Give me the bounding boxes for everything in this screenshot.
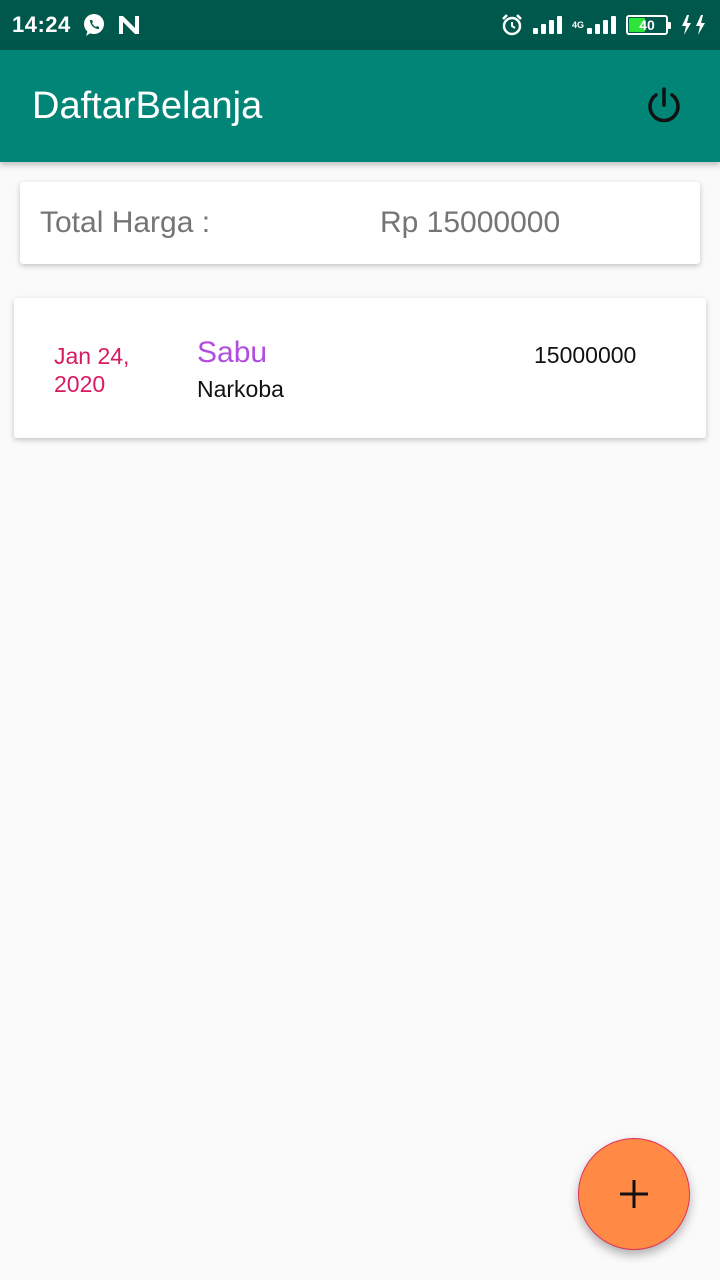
item-price: 15000000 (534, 342, 637, 368)
signal-4g-bars-icon (586, 15, 618, 35)
power-button[interactable] (640, 82, 688, 130)
total-price-label: Total Harga : (40, 206, 211, 239)
status-time: 14:24 (12, 12, 71, 37)
status-bar: 14:24 4G 40 (0, 0, 720, 50)
n-app-icon (117, 14, 141, 36)
total-price-card: Total Harga : Rp 15000000 (20, 182, 700, 264)
whatsapp-icon (81, 12, 107, 38)
total-price-value: Rp 15000000 (380, 206, 561, 239)
network-type: 4G (571, 19, 584, 30)
item-category: Narkoba (197, 376, 284, 402)
battery-percent: 40 (639, 17, 655, 33)
app-title: DaftarBelanja (32, 84, 263, 127)
app-bar: DaftarBelanja (0, 50, 720, 162)
battery-icon: 40 (626, 15, 671, 35)
add-item-button[interactable] (578, 1138, 690, 1250)
add-icon (617, 1177, 651, 1211)
alarm-icon (500, 13, 524, 37)
status-bar-right: 4G 40 (500, 13, 708, 37)
item-date: Jan 24, 2020 (54, 343, 130, 397)
signal-icon (532, 15, 564, 35)
list-item[interactable]: Jan 24, 2020 Sabu Narkoba 15000000 (14, 298, 706, 438)
status-bar-left: 14:24 (12, 12, 141, 38)
charging-icon (680, 14, 708, 36)
item-name: Sabu (197, 336, 268, 369)
power-icon (644, 86, 684, 126)
signal-4g-icon: 4G (571, 19, 584, 30)
